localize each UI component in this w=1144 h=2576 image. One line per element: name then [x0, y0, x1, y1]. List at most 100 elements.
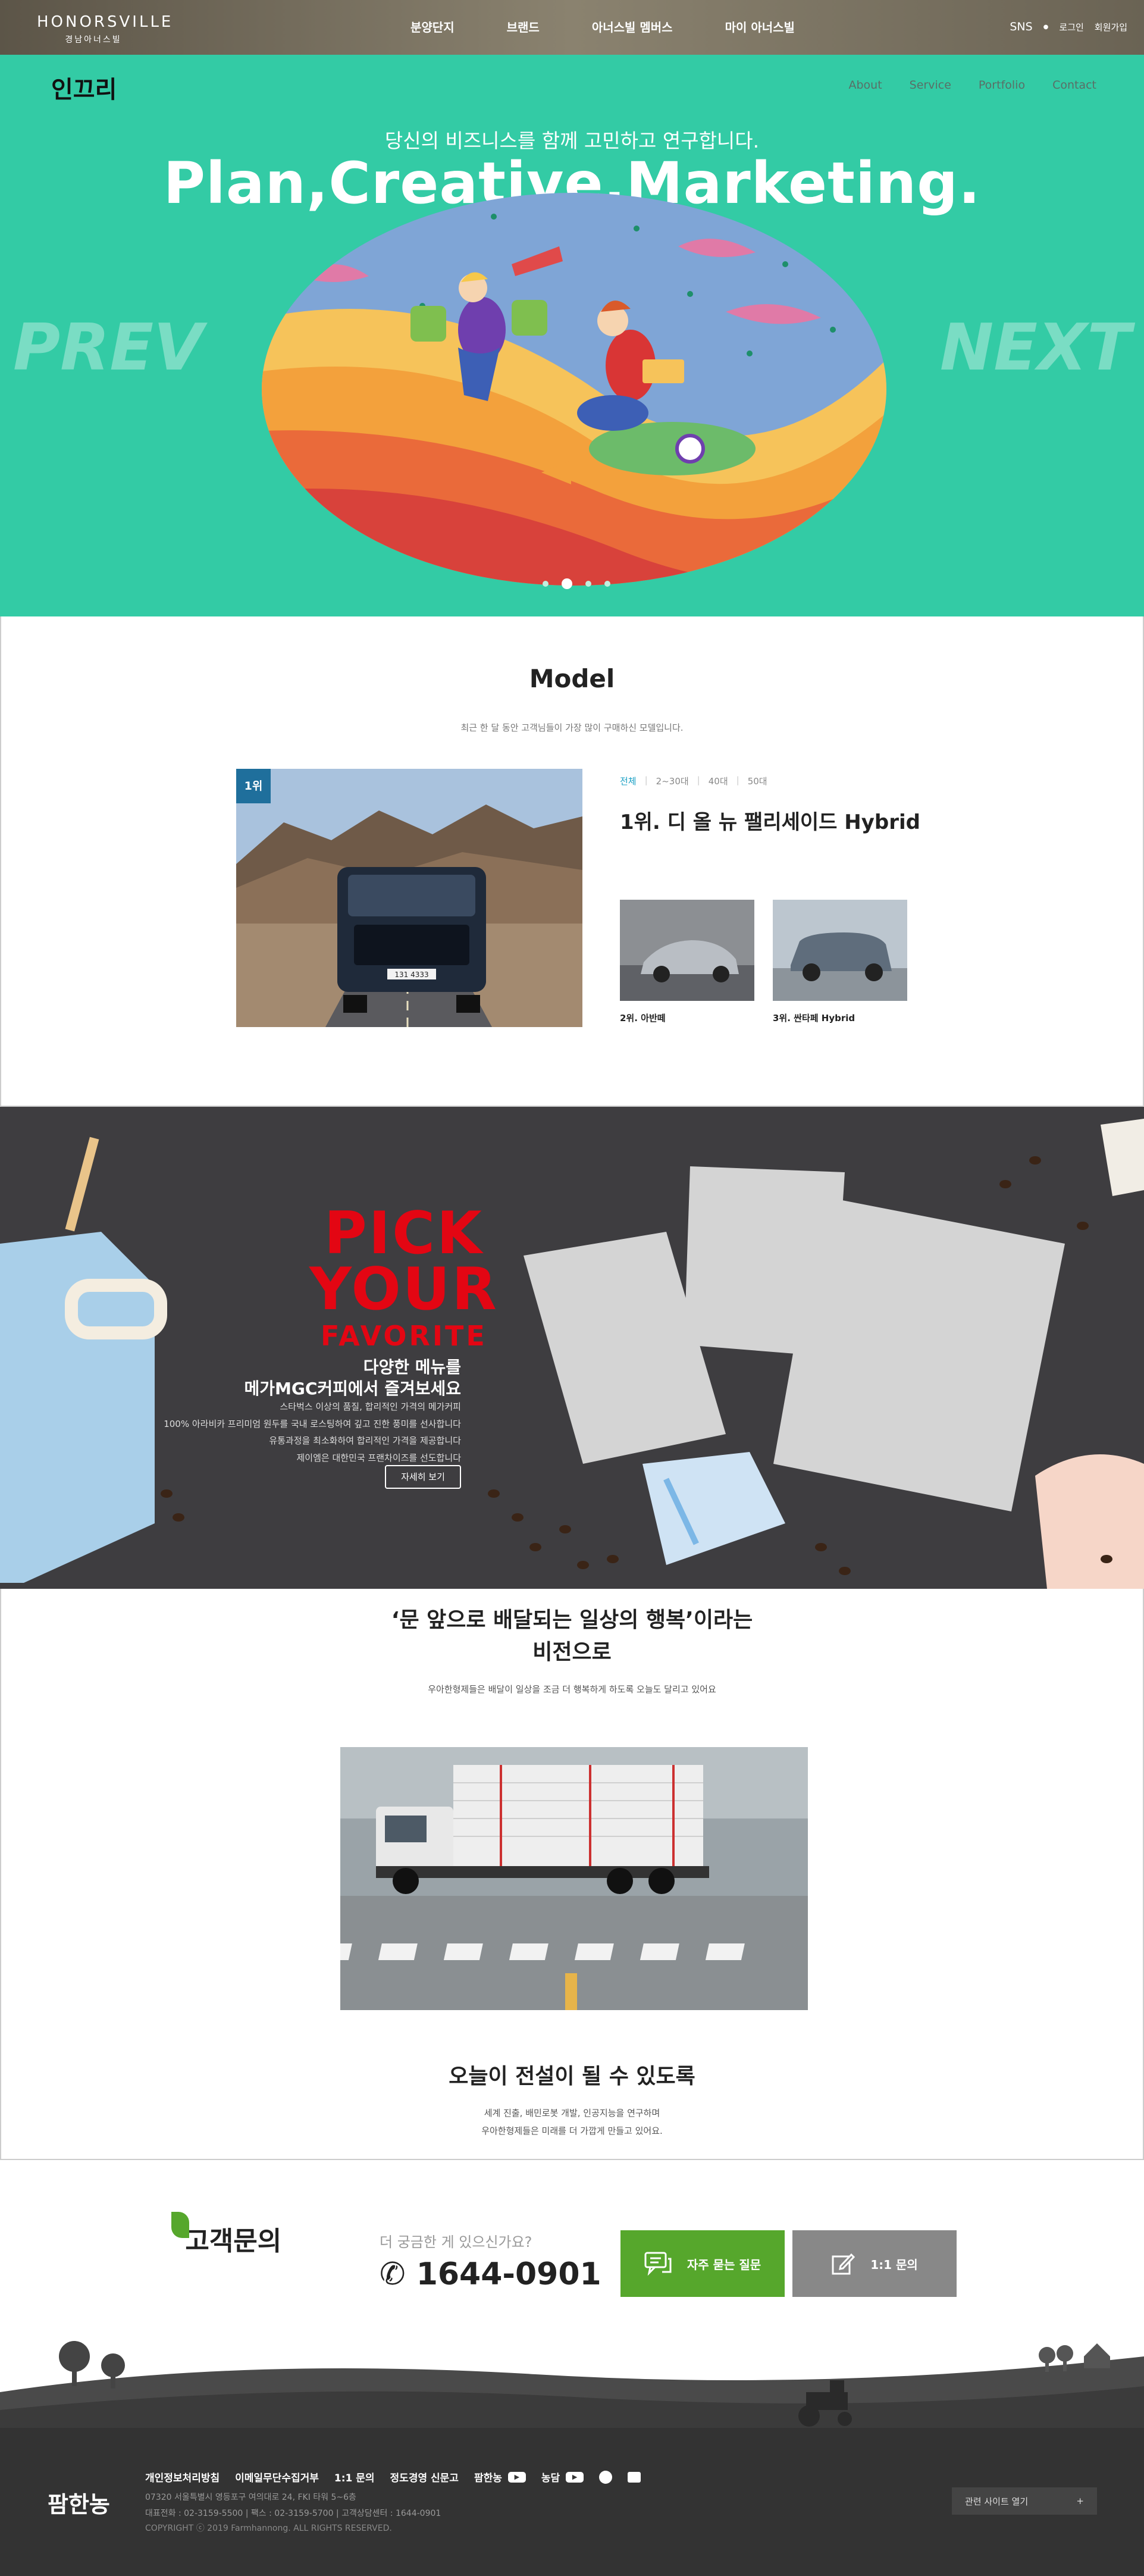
- nav-item-members[interactable]: 아너스빌 멤버스: [592, 18, 673, 35]
- related-sites-label: 관련 사이트 열기: [965, 2496, 1029, 2507]
- company-contact: 대표전화 : 02-3159-5500 | 팩스 : 02-3159-5700 …: [145, 2508, 441, 2518]
- login-link[interactable]: 로그인: [1059, 21, 1083, 33]
- model-title: Model: [529, 664, 615, 693]
- favorite-word: FAVORITE: [320, 1320, 487, 1352]
- footer-logo[interactable]: 팜한농: [48, 2486, 110, 2519]
- company-address: 07320 서울특별시 영등포구 여의대로 24, FKI 타워 5~6층: [145, 2493, 356, 2502]
- join-link[interactable]: 회원가입: [1095, 21, 1127, 33]
- section-nav: About Service Portfolio Contact: [848, 79, 1096, 92]
- top-bar: HONORSVILLE 경남아너스빌 분양단지 브랜드 아너스빌 멤버스 마이 …: [0, 0, 1144, 55]
- filter-20-30s[interactable]: 2~30대: [656, 775, 689, 787]
- vision-desc-2-line1: 세계 진출, 배민로봇 개발, 인공지능을 연구하며: [484, 2108, 660, 2118]
- promo-heading-line1: 다양한 메뉴를: [363, 1357, 461, 1377]
- model-thumb-3[interactable]: [773, 900, 907, 1001]
- nav-service[interactable]: Service: [910, 79, 951, 92]
- chat-icon: [644, 2252, 672, 2275]
- cs-question: 더 궁금한 게 있으신가요?: [380, 2234, 532, 2251]
- sns-link[interactable]: SNS: [1010, 20, 1032, 33]
- model-desc: 최근 한 달 동안 고객님들이 가장 많이 구매하신 모델입니다.: [460, 722, 684, 733]
- license-plate: 131 4333: [394, 971, 428, 979]
- your-word: YOUR: [309, 1256, 499, 1323]
- filter-separator: |: [644, 775, 648, 785]
- site-logo[interactable]: 인끄리: [51, 70, 117, 105]
- filter-50s[interactable]: 50대: [748, 775, 767, 787]
- prev-arrow[interactable]: PREV: [13, 311, 203, 385]
- model-thumb-2-caption: 2위. 아반떼: [620, 1013, 666, 1023]
- vision-desc-2: 세계 진출, 배민로봇 개발, 인공지능을 연구하며 우아한형제들은 미래를 더…: [1, 2104, 1143, 2140]
- hero-subtitle: 당신의 비즈니스를 함께 고민하고 연구합니다.: [384, 129, 760, 152]
- more-button[interactable]: 자세히 보기: [385, 1465, 461, 1489]
- vision-section: ‘문 앞으로 배달되는 일상의 행복’이라는 비전으로 우아한형제들은 배달이 …: [0, 1589, 1144, 2160]
- promo-section: PICK YOUR FAVORITE 다양한 메뉴를 메가MGC커피에서 즐겨보…: [0, 1107, 1144, 1589]
- vision-desc: 우아한형제들은 배달이 일상을 조금 더 행복하게 하도록 오늘도 달리고 있어…: [428, 1684, 716, 1695]
- edit-icon: [832, 2253, 855, 2275]
- nav-contact[interactable]: Contact: [1052, 79, 1096, 92]
- global-nav: 분양단지 브랜드 아너스빌 멤버스 마이 아너스빌: [410, 18, 847, 35]
- nav-item-brand[interactable]: 브랜드: [507, 18, 540, 35]
- promo-heading: 다양한 메뉴를 메가MGC커피에서 즐겨보세요: [244, 1357, 461, 1400]
- promo-description: 스타벅스 이상의 품질, 합리적인 가격의 메가커피 100% 아라비카 프리미…: [104, 1398, 461, 1466]
- nav-about[interactable]: About: [848, 79, 882, 92]
- cs-title: 고객문의: [171, 2212, 282, 2258]
- nav-item-my[interactable]: 마이 아너스빌: [725, 18, 795, 35]
- hero-section: 인끄리 About Service Portfolio Contact 당신의 …: [0, 55, 1144, 616]
- blog-icon[interactable]: [599, 2470, 613, 2484]
- promo-background: [0, 1119, 1144, 1589]
- top-model-name: 1위. 디 올 뉴 팰리세이드 Hybrid: [620, 810, 920, 834]
- inquiry-link[interactable]: 1:1 문의: [334, 2469, 375, 2484]
- footer-links: 개인정보처리방침 이메일무단수집거부 1:1 문의 정도경영 신문고 팜한농 ▶…: [145, 2469, 656, 2484]
- pick-word: PICK: [324, 1200, 484, 1267]
- vision-title-line1: ‘문 앞으로 배달되는 일상의 행복’이라는: [391, 1608, 753, 1632]
- youtube-farmhannong-link[interactable]: 팜한농: [474, 2469, 502, 2484]
- footer: 팜한농 개인정보처리방침 이메일무단수집거부 1:1 문의 정도경영 신문고 팜…: [0, 2428, 1144, 2576]
- customer-service-section: 고객문의 더 궁금한 게 있으신가요? ✆ 1644-0901 자주 묻는 질문…: [0, 2160, 1144, 2428]
- filter-separator: |: [697, 775, 700, 785]
- email-refusal-link[interactable]: 이메일무단수집거부: [235, 2469, 319, 2484]
- vision-title-2: 오늘이 전설이 될 수 있도록: [449, 2064, 695, 2089]
- filter-40s[interactable]: 40대: [709, 775, 728, 787]
- post-icon[interactable]: [628, 2471, 641, 2483]
- filter-separator: |: [736, 775, 739, 785]
- next-arrow[interactable]: NEXT: [940, 311, 1131, 385]
- nav-portfolio[interactable]: Portfolio: [979, 79, 1025, 92]
- nav-item-complex[interactable]: 분양단지: [410, 18, 455, 35]
- pick-your-favorite: PICK YOUR FAVORITE: [309, 1204, 499, 1350]
- ethics-report-link[interactable]: 정도경영 신문고: [390, 2469, 459, 2484]
- privacy-policy-link[interactable]: 개인정보처리방침: [145, 2469, 220, 2484]
- faq-label: 자주 묻는 질문: [687, 2257, 761, 2272]
- leaf-icon: [171, 2212, 189, 2238]
- truck-photo: [340, 1747, 808, 2010]
- slide-dot[interactable]: [585, 581, 591, 587]
- model-thumb-2[interactable]: [620, 900, 754, 1001]
- model-thumb-3-caption: 3위. 싼타페 Hybrid: [773, 1013, 855, 1023]
- landscape-illustration: [0, 2341, 1144, 2428]
- hero-illustration: [262, 193, 886, 586]
- filter-all[interactable]: 전체: [620, 775, 637, 787]
- cs-title-text: 고객문의: [185, 2226, 282, 2256]
- plus-icon: +: [1076, 2496, 1084, 2506]
- slide-dot-active[interactable]: [562, 578, 572, 589]
- youtube-icon[interactable]: ▶: [566, 2471, 584, 2483]
- brand-logo[interactable]: HONORSVILLE 경남아너스빌: [37, 13, 174, 45]
- promo-desc-line4: 제이엠은 대한민국 프랜차이즈를 선도합니다: [296, 1452, 461, 1463]
- slide-indicator: [543, 578, 610, 589]
- brand-main: HONORSVILLE: [37, 13, 174, 31]
- promo-desc-line1: 스타벅스 이상의 품질, 합리적인 가격의 메가커피: [280, 1401, 461, 1412]
- promo-desc-line2: 100% 아라비카 프리미엄 원두를 국내 로스팅하여 깊고 진한 풍미를 선사…: [164, 1418, 461, 1429]
- slide-dot[interactable]: [604, 581, 610, 587]
- related-sites-select[interactable]: 관련 사이트 열기 +: [952, 2487, 1097, 2515]
- rank-badge: 1위: [236, 769, 271, 803]
- youtube-nongdam-link[interactable]: 농담: [541, 2469, 560, 2484]
- top-model-image[interactable]: 131 4333 1위: [236, 769, 582, 1027]
- brand-sub: 경남아너스빌: [65, 35, 122, 45]
- model-section: Model 최근 한 달 동안 고객님들이 가장 많이 구매하신 모델입니다. …: [0, 616, 1144, 1107]
- copyright: COPYRIGHT ⓒ 2019 Farmhannong. ALL RIGHTS…: [145, 2524, 392, 2533]
- qna-label: 1:1 문의: [870, 2257, 918, 2272]
- vision-desc-2-line2: 우아한형제들은 미래를 더 가깝게 만들고 있어요.: [481, 2126, 663, 2136]
- slide-dot[interactable]: [543, 581, 549, 587]
- youtube-icon[interactable]: ▶: [507, 2471, 526, 2483]
- promo-heading-line2: 메가MGC커피에서 즐겨보세요: [244, 1379, 461, 1399]
- vision-title-line2: 비전으로: [532, 1640, 612, 1664]
- age-filter: 전체 | 2~30대 | 40대 | 50대: [620, 775, 767, 787]
- dot-divider: ●: [1043, 23, 1049, 30]
